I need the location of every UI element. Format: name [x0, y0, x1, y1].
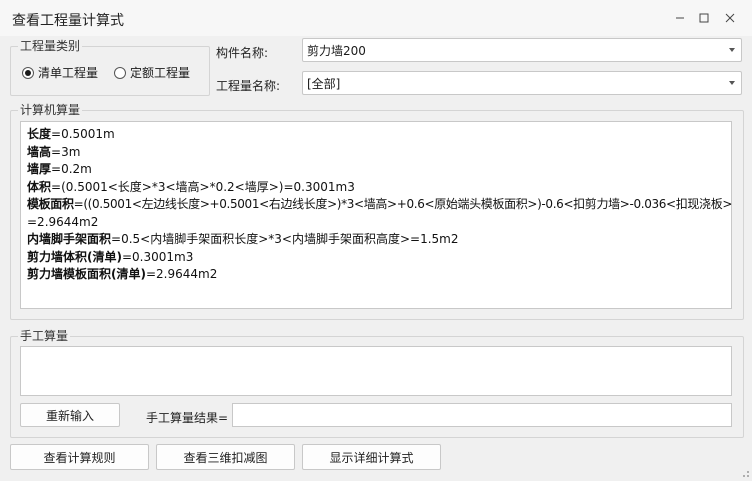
component-name-select[interactable]: 剪力墙200: [302, 38, 742, 62]
computer-calc-legend: 计算机算量: [18, 103, 83, 117]
quantity-name-select[interactable]: [全部]: [302, 71, 742, 95]
manual-result-field[interactable]: [232, 403, 732, 427]
component-name-label: 构件名称:: [216, 46, 269, 60]
radio-selected-indicator: [22, 66, 34, 79]
radio-bill-quantity[interactable]: 清单工程量: [22, 64, 98, 81]
manual-calc-textarea[interactable]: [20, 346, 732, 396]
radio-bill-quantity-label: 清单工程量: [38, 66, 99, 80]
window-title: 查看工程量计算式: [12, 13, 124, 29]
close-icon[interactable]: [718, 6, 742, 30]
manual-calc-legend: 手工算量: [18, 329, 71, 343]
resize-grip-icon[interactable]: [738, 466, 750, 478]
computer-calc-textarea[interactable]: 长度=0.5001m 墙高=3m 墙厚=0.2m 体积=(0.5001<长度>*…: [20, 121, 732, 309]
calc-line-scaffold-area: 内墙脚手架面积=0.5<内墙脚手架面积长度>*3<内墙脚手架面积高度>=1.5m…: [27, 232, 459, 246]
minimize-icon[interactable]: [668, 6, 692, 30]
view-3d-deduction-button[interactable]: 查看三维扣减图: [156, 444, 295, 470]
quantity-type-legend: 工程量类别: [18, 39, 83, 53]
radio-unselected-indicator: [114, 66, 126, 79]
calc-line-formwork-area: 模板面积=((0.5001<左边线长度>+0.5001<右边线长度>)*3<墙高…: [27, 197, 733, 211]
reinput-button[interactable]: 重新输入: [20, 403, 120, 427]
view-calc-rules-button[interactable]: 查看计算规则: [10, 444, 149, 470]
calc-line-shear-wall-formwork: 剪力墙模板面积(清单)=2.9644m2: [27, 267, 218, 281]
manual-result-label: 手工算量结果=: [146, 411, 229, 425]
radio-norm-quantity-label: 定额工程量: [130, 66, 191, 80]
quantity-name-value: [全部]: [307, 76, 341, 91]
component-name-value: 剪力墙200: [307, 43, 366, 58]
show-detail-formula-button[interactable]: 显示详细计算式: [302, 444, 441, 470]
calc-line-shear-wall-volume: 剪力墙体积(清单)=0.3001m3: [27, 249, 194, 264]
chevron-down-icon: [729, 81, 735, 85]
calc-line-formwork-area-result: =2.9644m2: [27, 214, 99, 229]
calc-line-volume: 体积=(0.5001<长度>*3<墙高>*0.2<墙厚>)=0.3001m3: [27, 179, 355, 194]
calc-line-wall-height: 墙高=3m: [27, 144, 81, 159]
maximize-icon[interactable]: [692, 6, 716, 30]
calc-line-wall-thickness: 墙厚=0.2m: [27, 162, 92, 176]
calc-line-length: 长度=0.5001m: [27, 127, 115, 141]
quantity-name-label: 工程量名称:: [216, 79, 281, 93]
radio-norm-quantity[interactable]: 定额工程量: [114, 64, 190, 81]
chevron-down-icon: [729, 48, 735, 52]
